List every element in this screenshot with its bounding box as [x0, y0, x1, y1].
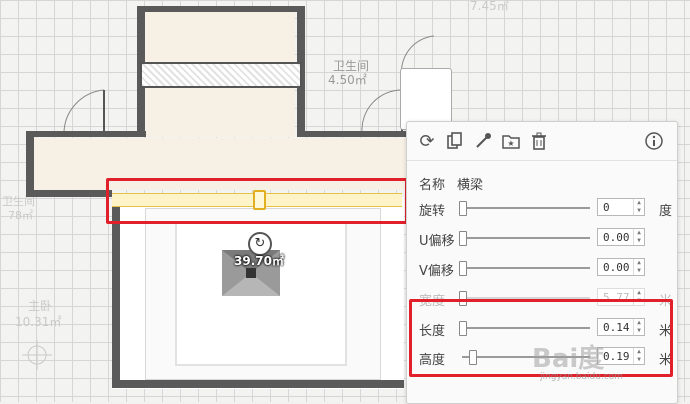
- bathroom-name: 卫生间: [333, 59, 370, 73]
- wall: [112, 197, 120, 387]
- compass-icon: [22, 340, 52, 370]
- wall: [26, 131, 34, 197]
- refresh-icon[interactable]: ⟳: [416, 130, 438, 152]
- slider-knob[interactable]: [459, 231, 467, 246]
- main-room-area: 39.70㎡: [234, 254, 284, 268]
- beam-highlight-box: [106, 178, 408, 224]
- bedroom-area: 10.31㎡: [15, 315, 62, 329]
- property-value-input[interactable]: 0 ▲ ▼: [597, 198, 645, 216]
- wall: [137, 6, 305, 12]
- room-area-top-right: 7.45㎡: [470, 0, 509, 13]
- property-label: U偏移: [419, 234, 455, 249]
- svg-text:★: ★: [507, 139, 514, 148]
- slider-knob[interactable]: [459, 261, 467, 276]
- name-label: 名称: [419, 178, 446, 193]
- property-slider[interactable]: [459, 201, 590, 216]
- property-value: 0.00: [603, 261, 630, 274]
- property-value: 0: [603, 201, 610, 214]
- property-row: U偏移 0.00 ▲ ▼: [419, 228, 669, 249]
- property-row: V偏移 0.00 ▲ ▼: [419, 258, 669, 279]
- left-room-name: 卫生间: [2, 195, 35, 208]
- wall: [112, 380, 404, 388]
- property-unit: 度: [659, 204, 673, 219]
- slider-knob[interactable]: [459, 201, 467, 216]
- property-value: 0.00: [603, 231, 630, 244]
- property-slider[interactable]: [459, 261, 590, 276]
- property-value-input[interactable]: 0.00 ▲ ▼: [597, 228, 645, 246]
- watermark-url: jingyan.baidu.com: [540, 372, 624, 382]
- spinner-arrows-icon[interactable]: ▲ ▼: [633, 229, 644, 245]
- spinner-arrows-icon[interactable]: ▲ ▼: [633, 199, 644, 215]
- watermark-text: Bai度: [532, 344, 605, 374]
- copy-icon[interactable]: [444, 130, 466, 152]
- bedroom-name: 主卧: [28, 299, 53, 313]
- property-value-input[interactable]: 0.00 ▲ ▼: [597, 258, 645, 276]
- wall: [26, 131, 146, 137]
- spinner-arrows-icon[interactable]: ▲ ▼: [633, 259, 644, 275]
- left-room-area: 78㎡: [8, 209, 33, 222]
- property-label: V偏移: [419, 264, 454, 279]
- stair-hatch: [140, 62, 302, 88]
- property-slider[interactable]: [459, 231, 590, 246]
- property-row: 旋转 0 ▲ ▼ 度: [419, 198, 673, 219]
- property-label: 旋转: [419, 204, 446, 219]
- info-icon[interactable]: [643, 130, 665, 152]
- panel-toolbar: ⟳ ★: [407, 122, 677, 161]
- favorite-folder-icon[interactable]: ★: [500, 130, 522, 152]
- wall: [297, 131, 407, 137]
- wall: [26, 190, 112, 197]
- delete-icon[interactable]: [528, 130, 550, 152]
- eyedropper-icon[interactable]: [472, 130, 494, 152]
- name-row: 名称 横梁: [419, 172, 669, 193]
- name-value: 横梁: [457, 178, 484, 193]
